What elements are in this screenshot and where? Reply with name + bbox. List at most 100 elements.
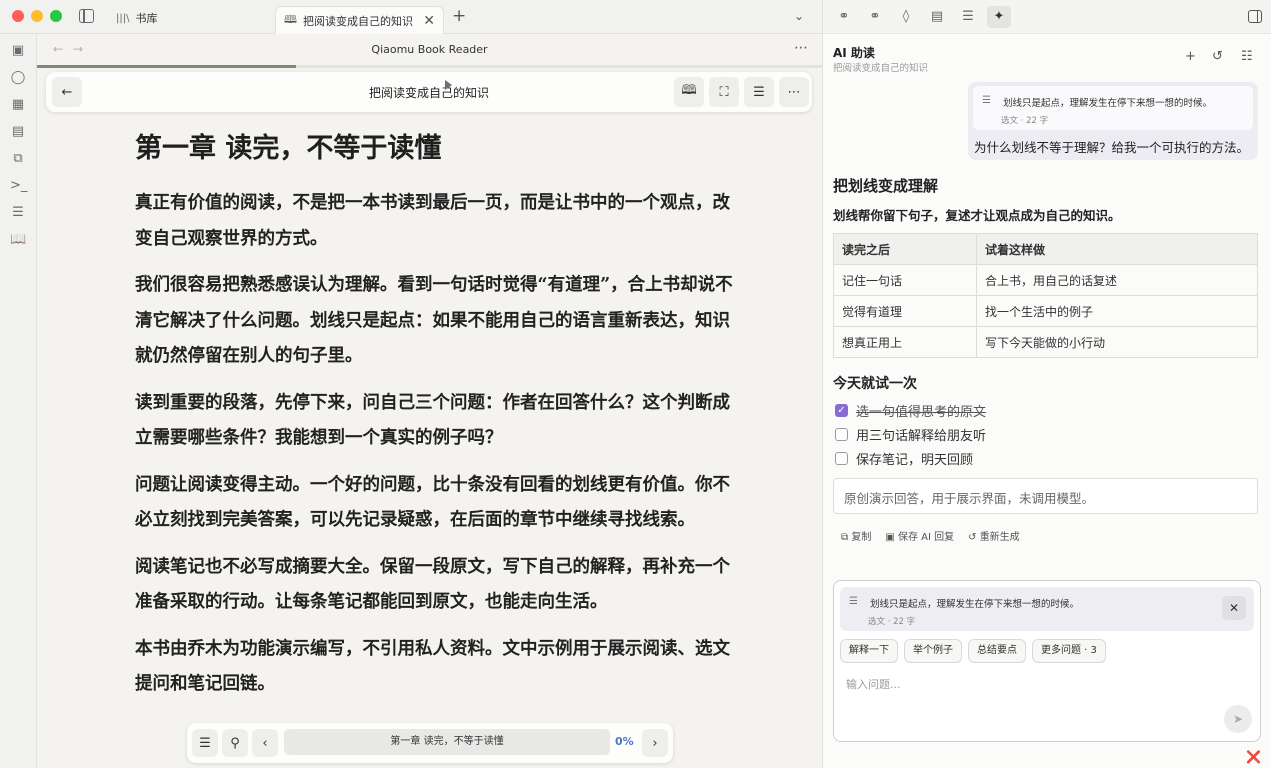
terminal-icon[interactable]: >_ [10, 178, 27, 194]
chevron-down-icon[interactable]: ⌄ [794, 9, 804, 23]
book-mode-button[interactable]: 🕮 [674, 77, 704, 107]
checklist-item[interactable]: 保存笔记，明天回顾 [835, 449, 973, 468]
list-icon[interactable]: ☰ [959, 9, 977, 25]
save-label: 保存 AI 回复 [897, 532, 955, 543]
checklist-item[interactable]: 用三句话解释给朋友听 [835, 425, 986, 444]
new-tab-button[interactable]: + [452, 6, 466, 26]
tab-library-label: 书库 [135, 12, 158, 25]
book-icon: 🕮 [284, 13, 297, 26]
next-chapter-button[interactable]: › [642, 729, 668, 757]
send-button[interactable]: ➤ [1224, 705, 1252, 733]
chip-more-questions[interactable]: 更多问题 · 3 [1032, 639, 1106, 663]
settings-sliders-icon[interactable]: ☷ [1241, 49, 1253, 64]
user-message: 为什么划线不等于理解？给我一个可执行的方法。 [974, 140, 1250, 155]
more-icon[interactable]: ⋯ [794, 40, 808, 56]
calendar-icon[interactable]: ▤ [10, 124, 26, 140]
chip-example[interactable]: 举个例子 [904, 639, 962, 663]
settings-sliders-button[interactable]: ☰ [744, 77, 774, 107]
reader-toolbar: 把阅读变成自己的知识 ← 🕮 ⛶ ☰ ⋯ [46, 72, 812, 112]
progress-percent: 0% [615, 735, 634, 748]
table-row: 想真正用上 写下今天能做的小行动 [833, 326, 1258, 358]
refresh-icon: ↺ [968, 532, 980, 543]
current-chapter[interactable]: 第一章 读完，不等于读懂 [284, 729, 610, 755]
table-header: 读完之后 [833, 233, 977, 265]
checkbox[interactable] [835, 452, 848, 465]
checklist-title: 今天就试一次 [833, 376, 917, 392]
table-cell: 记住一句话 [833, 264, 977, 296]
close-icon[interactable]: ✕ [423, 13, 435, 29]
prev-chapter-button[interactable]: ‹ [252, 729, 278, 757]
table-cell: 写下今天能做的小行动 [976, 326, 1258, 358]
copy-icon[interactable]: ⧉ [10, 151, 26, 167]
save-icon: ▣ [885, 532, 898, 543]
magic-wand-icon[interactable]: ✦ [987, 6, 1011, 28]
reader-pane: ←→ Qiaomu Book Reader ⋯ 把阅读变成自己的知识 ← 🕮 ⛶… [37, 34, 822, 768]
file-icon[interactable]: ▣ [10, 43, 26, 59]
chip-explain[interactable]: 解释一下 [840, 639, 898, 663]
attached-selection: ☰ 划线只是起点，理解发生在停下来想一想的时候。 选文 · 22 字 ✕ [840, 587, 1254, 631]
quote-meta: 选文 · 22 字 [868, 617, 916, 627]
save-reply-button[interactable]: ▣ 保存 AI 回复 [885, 528, 954, 543]
window-minimize-button[interactable] [31, 10, 43, 22]
debug-icon[interactable]: ❌ [1246, 750, 1261, 764]
suggestion-chips: 解释一下 举个例子 总结要点 更多问题 · 3 [840, 639, 1106, 663]
table-cell: 觉得有道理 [833, 295, 977, 327]
history-arrows[interactable]: ←→ [53, 42, 93, 56]
link-icon[interactable]: ⚭ [835, 9, 853, 25]
link-alt-icon[interactable]: ⚭ [866, 9, 884, 25]
checkbox-checked[interactable]: ✓ [835, 404, 848, 417]
sidebar-toggle-icon[interactable] [79, 9, 94, 23]
paragraph: 我们很容易把熟悉感误认为理解。看到一句话时觉得“有道理”，合上书却说不清它解决了… [135, 275, 733, 366]
tag-icon[interactable]: ◊ [897, 9, 915, 25]
window-close-button[interactable] [12, 10, 24, 22]
chapter-title: 第一章 读完，不等于读懂 [135, 133, 442, 164]
question-input[interactable] [846, 673, 1206, 695]
grid-icon[interactable]: ▦ [10, 97, 26, 113]
fullscreen-button[interactable]: ⛶ [709, 77, 739, 107]
answer-table: 读完之后 试着这样做 记住一句话 合上书，用自己的话复述 觉得有道理 找一个生活… [833, 233, 1258, 358]
reader-icon[interactable]: 📖 [10, 232, 26, 248]
table-cell: 想真正用上 [833, 326, 977, 358]
window-zoom-button[interactable] [50, 10, 62, 22]
answer-lead: 划线帮你留下句子，复述才让观点成为自己的知识。 [833, 208, 1121, 223]
tab-library[interactable]: |||\ 书库 [108, 5, 258, 31]
quote-text: 划线只是起点，理解发生在停下来想一想的时候。 [870, 599, 1080, 610]
panel-layout-icon[interactable] [1248, 10, 1262, 23]
history-icon[interactable]: ↺ [1212, 49, 1223, 64]
search-button[interactable]: ⚲ [222, 729, 248, 757]
reading-progress-fill [37, 65, 297, 68]
question-composer: ☰ 划线只是起点，理解发生在停下来想一想的时候。 选文 · 22 字 ✕ 解释一… [833, 580, 1261, 742]
toc-button[interactable]: ☰ [192, 729, 218, 757]
book-content: 第一章 读完，不等于读懂 真正有价值的阅读，不是把一本书读到最后一页，而是让书中… [135, 130, 735, 728]
cursor-pointer-icon [445, 80, 452, 90]
archive-icon[interactable]: ▤ [928, 9, 946, 25]
panel-toolbar: ⚭ ⚭ ◊ ▤ ☰ ✦ [823, 0, 1271, 34]
answer-title: 把划线变成理解 [833, 177, 939, 195]
tab-book[interactable]: 🕮 把阅读变成自己的知识 ✕ [275, 6, 444, 34]
ai-panel-subtitle: 把阅读变成自己的知识 [833, 63, 929, 74]
checklist-item[interactable]: ✓ 选一句值得思考的原文 [835, 401, 986, 420]
copy-button[interactable]: ⧉ 复制 [841, 528, 871, 543]
list-icon[interactable]: ☰ [10, 205, 26, 221]
copy-icon: ⧉ [841, 532, 852, 543]
chip-summarize[interactable]: 总结要点 [968, 639, 1026, 663]
remove-selection-button[interactable]: ✕ [1222, 596, 1246, 620]
back-button[interactable]: ← [52, 77, 82, 107]
tab-book-label: 把阅读变成自己的知识 [302, 14, 413, 28]
paragraph: 读到重要的段落，先停下来，问自己三个问题：作者在回答什么？这个判断成立需要哪些条… [135, 392, 730, 449]
more-button[interactable]: ⋯ [779, 77, 809, 107]
table-header-row: 读完之后 试着这样做 [833, 233, 1258, 265]
table-cell: 找一个生活中的例子 [976, 295, 1258, 327]
quote-text: 划线只是起点，理解发生在停下来想一想的时候。 [1003, 98, 1213, 109]
checkbox[interactable] [835, 428, 848, 441]
quote-icon: ☰ [982, 95, 991, 106]
graph-icon[interactable]: ◯ [10, 70, 26, 86]
add-icon[interactable]: + [1185, 49, 1196, 64]
table-row: 觉得有道理 找一个生活中的例子 [833, 295, 1258, 327]
tab-bar: |||\ 书库 🕮 把阅读变成自己的知识 ✕ + ⌄ [0, 0, 822, 34]
regenerate-button[interactable]: ↺ 重新生成 [968, 528, 1020, 543]
quoted-selection[interactable]: ☰ 划线只是起点，理解发生在停下来想一想的时候。 选文 · 22 字 [973, 86, 1253, 130]
quote-meta: 选文 · 22 字 [1001, 116, 1049, 126]
bottom-navigation: ☰ ⚲ ‹ 第一章 读完，不等于读懂 0% › [187, 723, 673, 763]
reader-app-title: Qiaomu Book Reader [371, 42, 488, 56]
